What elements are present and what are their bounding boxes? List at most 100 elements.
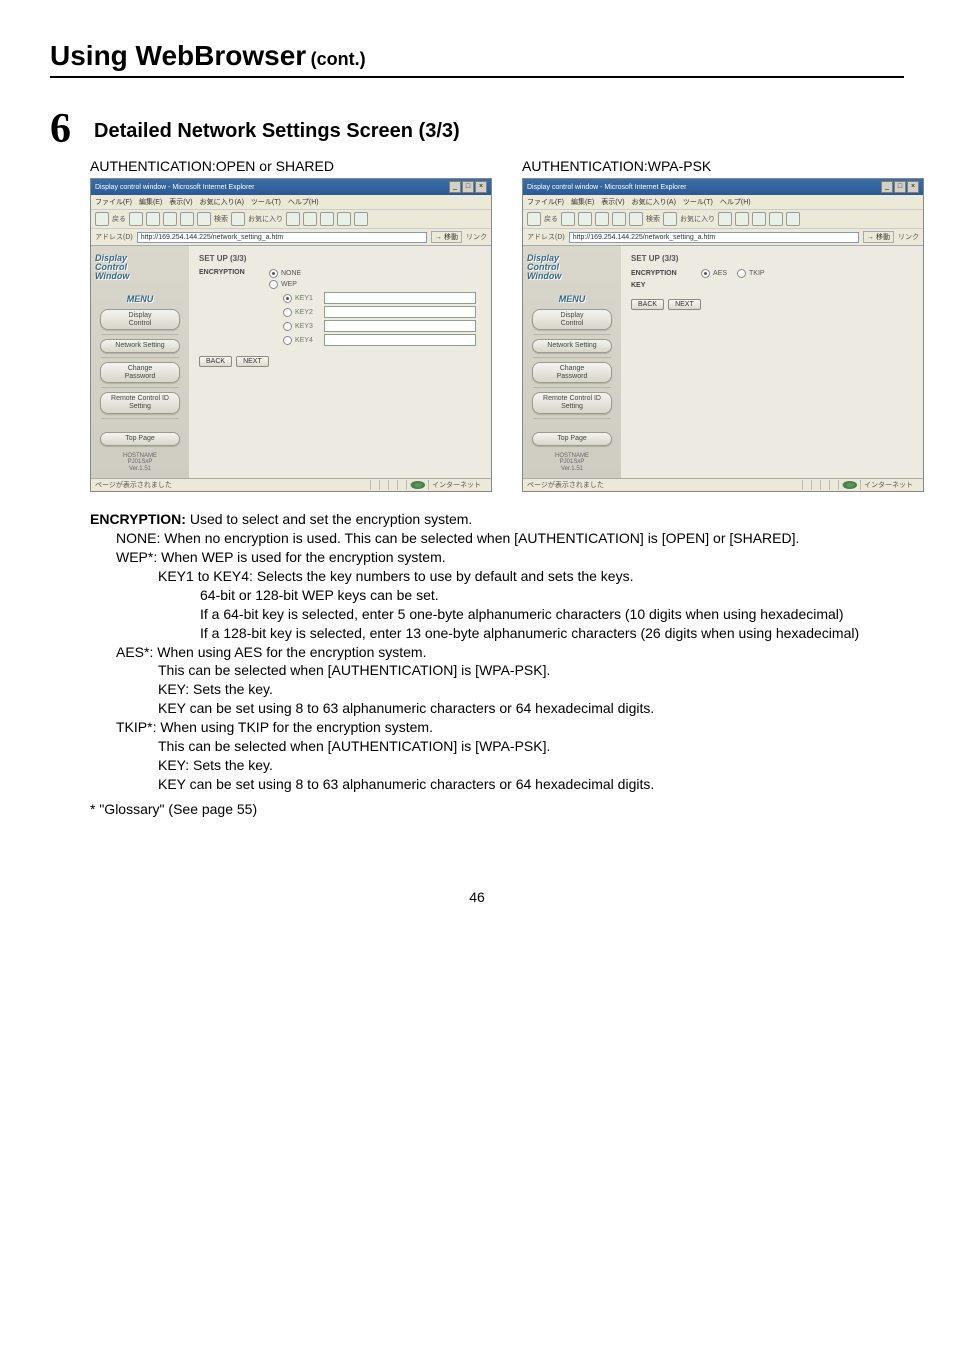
status-text: ページが表示されました — [95, 480, 172, 490]
print-icon[interactable] — [337, 212, 351, 226]
links-label[interactable]: リンク — [898, 232, 919, 242]
mail-icon[interactable] — [320, 212, 334, 226]
fav-icon[interactable] — [231, 212, 245, 226]
address-input[interactable]: http://169.254.144.225/network_setting_a… — [137, 232, 427, 243]
radio-tkip[interactable]: TKIP — [737, 269, 765, 278]
encryption-label: ENCRYPTION — [199, 269, 259, 276]
radio-wep-label: WEP — [281, 281, 297, 288]
key2-label: KEY2 — [295, 309, 321, 316]
sidebar-item-display-control[interactable]: Display Control — [100, 309, 180, 330]
search-icon[interactable] — [629, 212, 643, 226]
aes-l3: KEY can be set using 8 to 63 alphanumeri… — [158, 699, 904, 718]
maximize-icon[interactable]: □ — [894, 181, 906, 193]
tkip-l2: KEY: Sets the key. — [158, 756, 904, 775]
refresh-icon[interactable] — [595, 212, 609, 226]
back-icon[interactable] — [527, 212, 541, 226]
wep-l1: KEY1 to KEY4: Selects the key numbers to… — [158, 567, 904, 586]
divider — [533, 334, 611, 335]
radio-key3[interactable] — [283, 322, 292, 331]
radio-wep[interactable]: WEP — [269, 280, 476, 289]
search-icon[interactable] — [197, 212, 211, 226]
window-controls[interactable]: _□× — [880, 181, 919, 193]
sidebar: Display Control Window MENU Display Cont… — [523, 246, 621, 478]
toolbar[interactable]: 戻る 検索 お気に入り — [523, 210, 923, 229]
history-icon[interactable] — [303, 212, 317, 226]
key-label: KEY — [631, 282, 691, 289]
fav-icon[interactable] — [663, 212, 677, 226]
divider — [533, 387, 611, 388]
footnote: * "Glossary" (See page 55) — [90, 800, 904, 819]
key3-label: KEY3 — [295, 323, 321, 330]
sidebar-item-top-page[interactable]: Top Page — [532, 432, 612, 446]
close-icon[interactable]: × — [907, 181, 919, 193]
mail-icon[interactable] — [752, 212, 766, 226]
go-button[interactable]: → 移動 — [863, 231, 894, 243]
key4-input[interactable] — [324, 334, 476, 346]
sidebar-item-remote-id[interactable]: Remote Control ID Setting — [100, 392, 180, 413]
wep-l2: 64-bit or 128-bit WEP keys can be set. — [200, 586, 904, 605]
aes-l1: This can be selected when [AUTHENTICATIO… — [158, 661, 904, 680]
refresh-icon[interactable] — [163, 212, 177, 226]
close-icon[interactable]: × — [475, 181, 487, 193]
radio-aes[interactable]: AES — [701, 269, 727, 278]
history-icon[interactable] — [735, 212, 749, 226]
media-icon[interactable] — [286, 212, 300, 226]
sidebar-item-network-setting[interactable]: Network Setting — [100, 339, 180, 353]
go-button[interactable]: → 移動 — [431, 231, 462, 243]
address-label: アドレス(D) — [95, 232, 133, 242]
wep-l3: If a 64-bit key is selected, enter 5 one… — [200, 605, 904, 624]
host-line2: PJ01SxP — [123, 459, 157, 466]
home-icon[interactable] — [612, 212, 626, 226]
setup-heading: SET UP (3/3) — [631, 254, 913, 263]
radio-key4[interactable] — [283, 336, 292, 345]
forward-icon[interactable] — [129, 212, 143, 226]
radio-tkip-label: TKIP — [749, 270, 765, 277]
sidebar-item-change-password[interactable]: Change Password — [100, 362, 180, 383]
print-icon[interactable] — [769, 212, 783, 226]
minimize-icon[interactable]: _ — [881, 181, 893, 193]
radio-none[interactable]: NONE — [269, 269, 476, 278]
window-controls[interactable]: _□× — [448, 181, 487, 193]
stop-icon[interactable] — [146, 212, 160, 226]
menubar[interactable]: ファイル(F) 編集(E) 表示(V) お気に入り(A) ツール(T) ヘルプ(… — [91, 195, 491, 210]
back-label: 戻る — [112, 214, 126, 224]
next-button[interactable]: NEXT — [668, 299, 701, 310]
key3-input[interactable] — [324, 320, 476, 332]
radio-key2[interactable] — [283, 308, 292, 317]
sidebar-item-remote-id[interactable]: Remote Control ID Setting — [532, 392, 612, 413]
fav-label: お気に入り — [680, 214, 715, 224]
encryption-lead: ENCRYPTION: Used to select and set the e… — [90, 510, 904, 529]
edit-icon[interactable] — [786, 212, 800, 226]
address-input[interactable]: http://169.254.144.225/network_setting_a… — [569, 232, 859, 243]
edit-icon[interactable] — [354, 212, 368, 226]
home-icon[interactable] — [180, 212, 194, 226]
toolbar[interactable]: 戻る 検索 お気に入り — [91, 210, 491, 229]
key1-input[interactable] — [324, 292, 476, 304]
back-label: 戻る — [544, 214, 558, 224]
stop-icon[interactable] — [578, 212, 592, 226]
auth-label-open-shared: AUTHENTICATION:OPEN or SHARED — [90, 158, 492, 174]
radio-key1[interactable] — [283, 294, 292, 303]
address-label: アドレス(D) — [527, 232, 565, 242]
next-button[interactable]: NEXT — [236, 356, 269, 367]
key1-label: KEY1 — [295, 295, 321, 302]
back-button[interactable]: BACK — [631, 299, 664, 310]
browser-window-open: Display control window - Microsoft Inter… — [90, 178, 492, 492]
minimize-icon[interactable]: _ — [449, 181, 461, 193]
sidebar-item-network-setting[interactable]: Network Setting — [532, 339, 612, 353]
sidebar-item-change-password[interactable]: Change Password — [532, 362, 612, 383]
divider — [101, 357, 179, 358]
back-icon[interactable] — [95, 212, 109, 226]
media-icon[interactable] — [718, 212, 732, 226]
forward-icon[interactable] — [561, 212, 575, 226]
menubar[interactable]: ファイル(F) 編集(E) 表示(V) お気に入り(A) ツール(T) ヘルプ(… — [523, 195, 923, 210]
back-button[interactable]: BACK — [199, 356, 232, 367]
links-label[interactable]: リンク — [466, 232, 487, 242]
sidebar-item-top-page[interactable]: Top Page — [100, 432, 180, 446]
key2-input[interactable] — [324, 306, 476, 318]
browser-window-wpa: Display control window - Microsoft Inter… — [522, 178, 924, 492]
none-line: NONE: When no encryption is used. This c… — [116, 529, 904, 548]
maximize-icon[interactable]: □ — [462, 181, 474, 193]
sidebar-item-display-control[interactable]: Display Control — [532, 309, 612, 330]
encryption-label: ENCRYPTION — [631, 270, 691, 277]
